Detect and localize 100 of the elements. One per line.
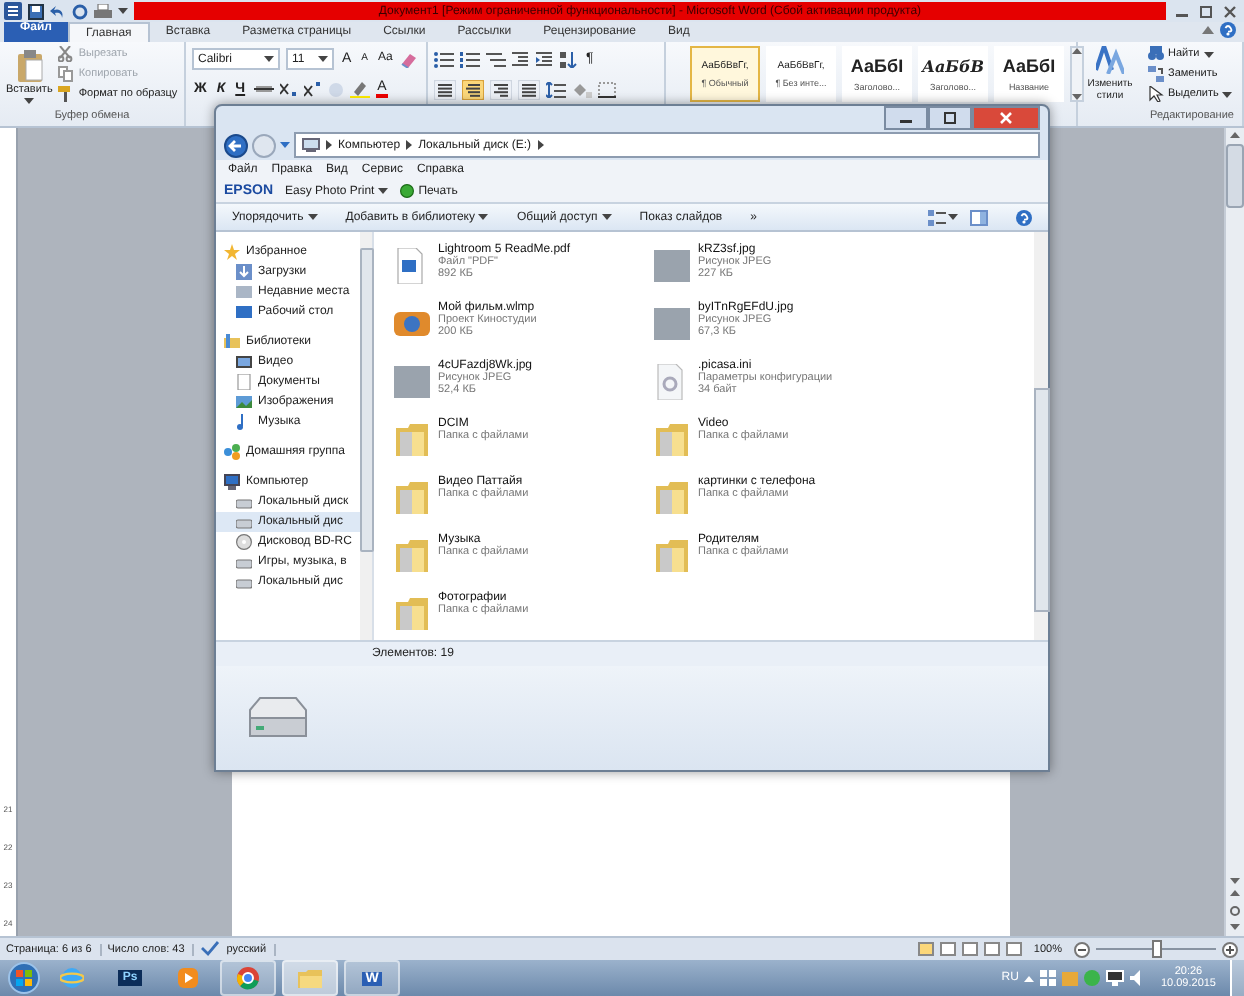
caret-icon [1222,91,1233,97]
zoom-out-icon[interactable] [1074,941,1090,957]
caret-icon [1203,51,1214,57]
sort-icon[interactable] [560,51,578,67]
taskbar-app[interactable] [220,960,276,996]
caret-icon[interactable] [280,142,290,148]
caret-icon [601,214,612,220]
photo-placeholder [654,248,690,284]
monitor-icon[interactable] [1106,970,1125,986]
undo-icon[interactable] [50,3,66,19]
preview-pane-icon[interactable] [970,209,988,225]
eraser-icon[interactable] [400,51,419,67]
page-down-icon[interactable] [1230,922,1240,932]
maximize-icon [942,112,958,124]
caret-icon [118,8,128,14]
maximize-button[interactable] [928,106,972,130]
proofing-icon[interactable] [200,940,221,958]
caret-icon [478,214,489,220]
folder-icon [654,538,690,574]
help-icon[interactable] [1220,22,1236,38]
flag-icon[interactable] [1040,970,1057,986]
dot-icon [400,184,415,198]
bullet-list-icon[interactable] [434,51,454,67]
clipboard-icon [15,50,44,82]
help-icon[interactable] [1016,209,1032,225]
borders-icon[interactable] [598,81,616,97]
superscript-icon[interactable] [303,81,322,97]
film-icon [236,354,252,370]
subscript-icon[interactable] [279,81,298,97]
caret-icon [24,98,35,104]
binoculars-icon [1148,46,1164,62]
printer-icon[interactable] [94,3,112,19]
back-icon[interactable] [224,133,248,157]
draft-view-icon[interactable] [1005,942,1022,956]
caret-icon [318,56,328,62]
folder-icon [394,538,430,574]
styles-letters-icon [1096,46,1124,74]
folder-icon [298,966,322,990]
folder-icon [394,422,430,458]
cursor-icon [1148,86,1164,102]
view-list-icon [928,209,946,225]
chevron-right-icon [406,140,413,150]
increase-indent-icon[interactable] [536,51,554,67]
highlighter-icon[interactable] [349,81,370,97]
replace-icon [1148,66,1164,82]
minimize-button[interactable] [884,106,928,130]
chevron-right-icon [326,140,332,150]
save-icon[interactable] [28,3,44,19]
scrollbar-thumb[interactable] [1226,144,1244,208]
folder-icon [654,422,690,458]
scrollbar[interactable] [360,232,372,640]
computer-icon [224,474,240,490]
print-layout-view-icon[interactable] [917,942,934,956]
zoom-in-icon[interactable] [1222,941,1238,957]
gallery-scrollbar[interactable] [1070,46,1084,102]
browse-object-icon[interactable] [1230,906,1240,916]
hard-drive-icon [244,694,308,742]
photo-placeholder [654,306,690,342]
caret-icon [378,188,389,194]
zoom-slider-thumb[interactable] [1152,940,1162,958]
multilevel-list-icon[interactable] [486,51,506,67]
scrollbar[interactable] [1224,128,1244,936]
caret-up-icon[interactable] [1230,132,1240,138]
caret-icon [1072,94,1082,100]
scrollbar[interactable] [1034,232,1048,640]
picture-icon [236,394,252,410]
scrollbar-thumb[interactable] [1034,388,1050,612]
align-icon[interactable] [518,79,540,99]
caret-up-icon[interactable] [1202,26,1214,34]
scrollbar-thumb[interactable] [359,248,373,552]
caret-up-icon[interactable] [1024,975,1035,981]
copy-icon [58,66,75,82]
chevron-right-icon [537,140,544,150]
caret-icon [264,56,274,62]
align-icon[interactable] [462,79,484,99]
web-layout-view-icon[interactable] [961,942,978,956]
view-options-button[interactable] [928,209,958,225]
outline-view-icon[interactable] [983,942,1000,956]
globe-icon [60,966,84,990]
close-button[interactable] [972,106,1040,130]
folder-icon [394,596,430,632]
align-icon[interactable] [490,79,512,99]
maximize-icon[interactable] [1196,3,1216,19]
document-app-icon[interactable] [4,2,22,20]
caret-icon [307,214,318,220]
download-icon [236,264,252,280]
computer-icon [302,138,320,152]
caret-icon[interactable] [1230,878,1240,884]
strikethrough-icon[interactable] [253,81,274,97]
star-icon [224,244,240,260]
people-icon [224,444,240,460]
page-up-icon[interactable] [1230,890,1240,900]
scissors-icon [58,46,75,62]
close-icon[interactable] [1220,3,1240,19]
decrease-indent-icon[interactable] [512,51,530,67]
reading-view-icon[interactable] [939,942,956,956]
align-icon[interactable] [434,79,456,99]
line-spacing-icon[interactable] [546,81,566,97]
start-orb-icon[interactable] [8,962,40,994]
numbered-list-icon[interactable] [460,51,480,67]
